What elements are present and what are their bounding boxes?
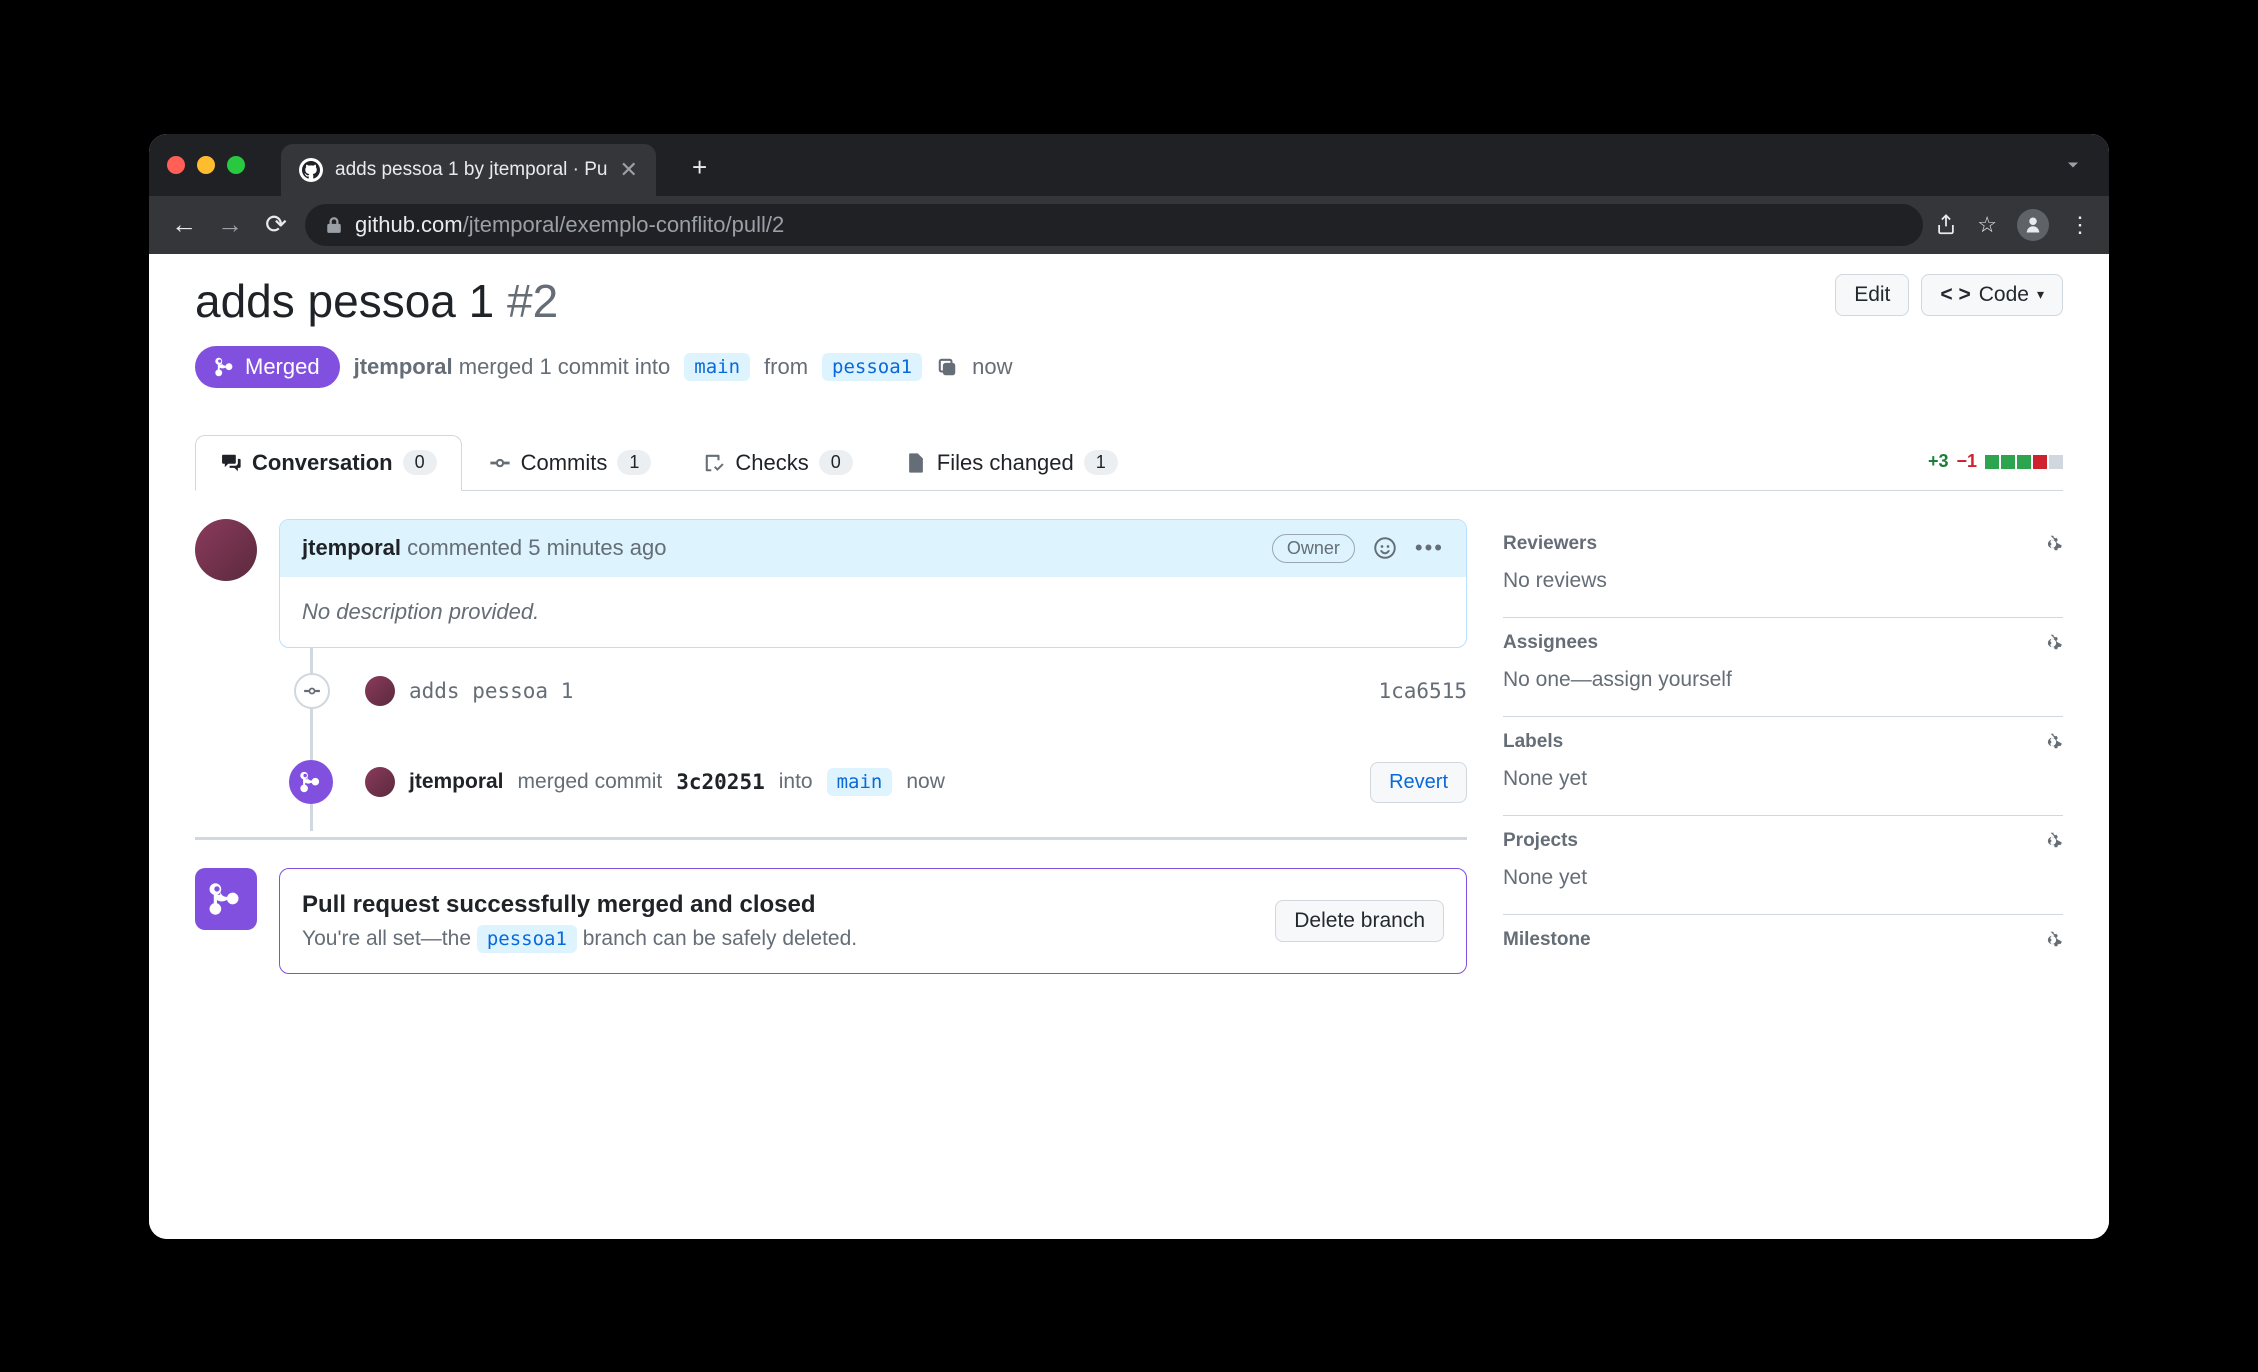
- file-diff-icon: [905, 452, 927, 474]
- code-button[interactable]: < > Code ▾: [1921, 274, 2063, 316]
- close-window-button[interactable]: [167, 156, 185, 174]
- commit-badge-icon: [294, 673, 330, 709]
- github-page: adds pessoa 1 #2 Edit < > Code ▾ Merged …: [149, 254, 2109, 1239]
- address-bar-row: ← → ⟳ github.com/jtemporal/exemplo-confl…: [149, 196, 2109, 254]
- browser-window: adds pessoa 1 by jtemporal · Pu ✕ + ← → …: [149, 134, 2109, 1239]
- new-tab-button[interactable]: +: [692, 152, 707, 183]
- sidebar-projects: Projects None yet: [1503, 816, 2063, 915]
- gear-icon[interactable]: [2041, 929, 2063, 951]
- main-columns: jtemporal commented 5 minutes ago Owner …: [195, 519, 2063, 989]
- url-text: github.com/jtemporal/exemplo-conflito/pu…: [355, 212, 784, 238]
- pr-meta: Merged jtemporal merged 1 commit into ma…: [195, 346, 2063, 388]
- gear-icon[interactable]: [2041, 533, 2063, 555]
- base-branch-chip[interactable]: main: [684, 353, 750, 381]
- avatar[interactable]: [365, 767, 395, 797]
- git-merge-large-icon: [195, 868, 257, 930]
- tabs-dropdown-icon[interactable]: [2063, 155, 2083, 175]
- gear-icon[interactable]: [2041, 830, 2063, 852]
- dropdown-caret-icon: ▾: [2037, 286, 2044, 303]
- reload-button[interactable]: ⟳: [259, 209, 293, 240]
- comment-discussion-icon: [220, 452, 242, 474]
- browser-tab[interactable]: adds pessoa 1 by jtemporal · Pu ✕: [281, 144, 656, 196]
- pr-sidebar: Reviewers No reviews Assignees: [1503, 519, 2063, 989]
- pr-header: adds pessoa 1 #2 Edit < > Code ▾: [195, 274, 2063, 328]
- head-branch-chip[interactable]: pessoa1: [822, 353, 922, 381]
- pr-header-actions: Edit < > Code ▾: [1835, 274, 2063, 316]
- bookmark-star-icon[interactable]: ☆: [1977, 212, 1997, 238]
- menu-dots-icon[interactable]: ⋮: [2069, 212, 2091, 238]
- timeline-rule: [195, 837, 1467, 840]
- lock-icon: [325, 216, 343, 234]
- git-commit-icon: [489, 452, 511, 474]
- code-icon: < >: [1940, 283, 1970, 307]
- merge-target-chip[interactable]: main: [827, 768, 893, 796]
- titlebar: adds pessoa 1 by jtemporal · Pu ✕ +: [149, 134, 2109, 196]
- maximize-window-button[interactable]: [227, 156, 245, 174]
- success-body: You're all set—the pessoa1 branch can be…: [302, 927, 857, 951]
- share-icon[interactable]: [1935, 214, 1957, 236]
- delete-branch-button[interactable]: Delete branch: [1275, 900, 1444, 942]
- owner-badge: Owner: [1272, 534, 1355, 563]
- minimize-window-button[interactable]: [197, 156, 215, 174]
- address-bar-actions: ☆ ⋮: [1935, 209, 2091, 241]
- merge-sha[interactable]: 3c20251: [676, 770, 765, 794]
- merge-author[interactable]: jtemporal: [409, 770, 504, 794]
- assign-yourself-link[interactable]: assign yourself: [1592, 668, 1732, 691]
- revert-button[interactable]: Revert: [1370, 762, 1467, 803]
- sidebar-labels: Labels None yet: [1503, 717, 2063, 816]
- window-controls: [167, 156, 245, 174]
- comment-body: No description provided.: [280, 577, 1466, 647]
- checklist-icon: [703, 452, 725, 474]
- tab-files-changed[interactable]: Files changed 1: [880, 435, 1143, 491]
- back-button[interactable]: ←: [167, 209, 201, 240]
- conversation-column: jtemporal commented 5 minutes ago Owner …: [195, 519, 1467, 989]
- tab-close-icon[interactable]: ✕: [620, 157, 638, 183]
- comment-time[interactable]: 5 minutes ago: [528, 535, 666, 560]
- timeline-commit: adds pessoa 1 1ca6515: [365, 648, 1467, 734]
- profile-button[interactable]: [2017, 209, 2049, 241]
- pr-byline: jtemporal merged 1 commit into: [354, 354, 671, 380]
- forward-button[interactable]: →: [213, 209, 247, 240]
- tab-title: adds pessoa 1 by jtemporal · Pu: [335, 159, 608, 181]
- merge-badge-icon: [289, 760, 333, 804]
- diffstat-squares: [1985, 455, 2063, 469]
- comment: jtemporal commented 5 minutes ago Owner …: [195, 519, 1467, 648]
- sidebar-reviewers: Reviewers No reviews: [1503, 519, 2063, 618]
- tab-conversation[interactable]: Conversation 0: [195, 435, 462, 491]
- github-favicon: [299, 158, 323, 182]
- edit-button[interactable]: Edit: [1835, 274, 1909, 316]
- state-badge-merged: Merged: [195, 346, 340, 388]
- comment-header: jtemporal commented 5 minutes ago Owner …: [280, 520, 1466, 577]
- comment-author[interactable]: jtemporal: [302, 535, 401, 560]
- assignees-value: No one—assign yourself: [1503, 668, 2063, 692]
- avatar[interactable]: [365, 676, 395, 706]
- diffstat[interactable]: +3 −1: [1928, 451, 2063, 472]
- copy-icon[interactable]: [936, 356, 958, 378]
- sidebar-assignees: Assignees No one—assign yourself: [1503, 618, 2063, 717]
- pr-tabnav: Conversation 0 Commits 1 Checks 0 Files …: [195, 434, 1143, 490]
- sidebar-milestone: Milestone: [1503, 915, 2063, 989]
- gear-icon[interactable]: [2041, 632, 2063, 654]
- merge-success-box: Pull request successfully merged and clo…: [279, 868, 1467, 974]
- avatar[interactable]: [195, 519, 257, 581]
- kebab-menu-icon[interactable]: •••: [1415, 535, 1444, 561]
- merge-success: Pull request successfully merged and clo…: [195, 868, 1467, 974]
- git-merge-icon: [215, 357, 235, 377]
- tab-commits[interactable]: Commits 1: [464, 435, 677, 491]
- commit-sha[interactable]: 1ca6515: [1378, 679, 1467, 703]
- success-title: Pull request successfully merged and clo…: [302, 891, 857, 919]
- commit-message[interactable]: adds pessoa 1: [409, 679, 573, 703]
- tab-checks[interactable]: Checks 0: [678, 435, 877, 491]
- comment-box: jtemporal commented 5 minutes ago Owner …: [279, 519, 1467, 648]
- emoji-react-icon[interactable]: [1373, 536, 1397, 560]
- timeline-merge: jtemporal merged commit 3c20251 into mai…: [365, 734, 1467, 831]
- url-field[interactable]: github.com/jtemporal/exemplo-conflito/pu…: [305, 204, 1923, 246]
- gear-icon[interactable]: [2041, 731, 2063, 753]
- pr-title: adds pessoa 1 #2: [195, 274, 558, 328]
- pr-tabnav-wrap: Conversation 0 Commits 1 Checks 0 Files …: [195, 434, 2063, 491]
- timeline: adds pessoa 1 1ca6515 jtemporal merged c…: [310, 648, 1467, 831]
